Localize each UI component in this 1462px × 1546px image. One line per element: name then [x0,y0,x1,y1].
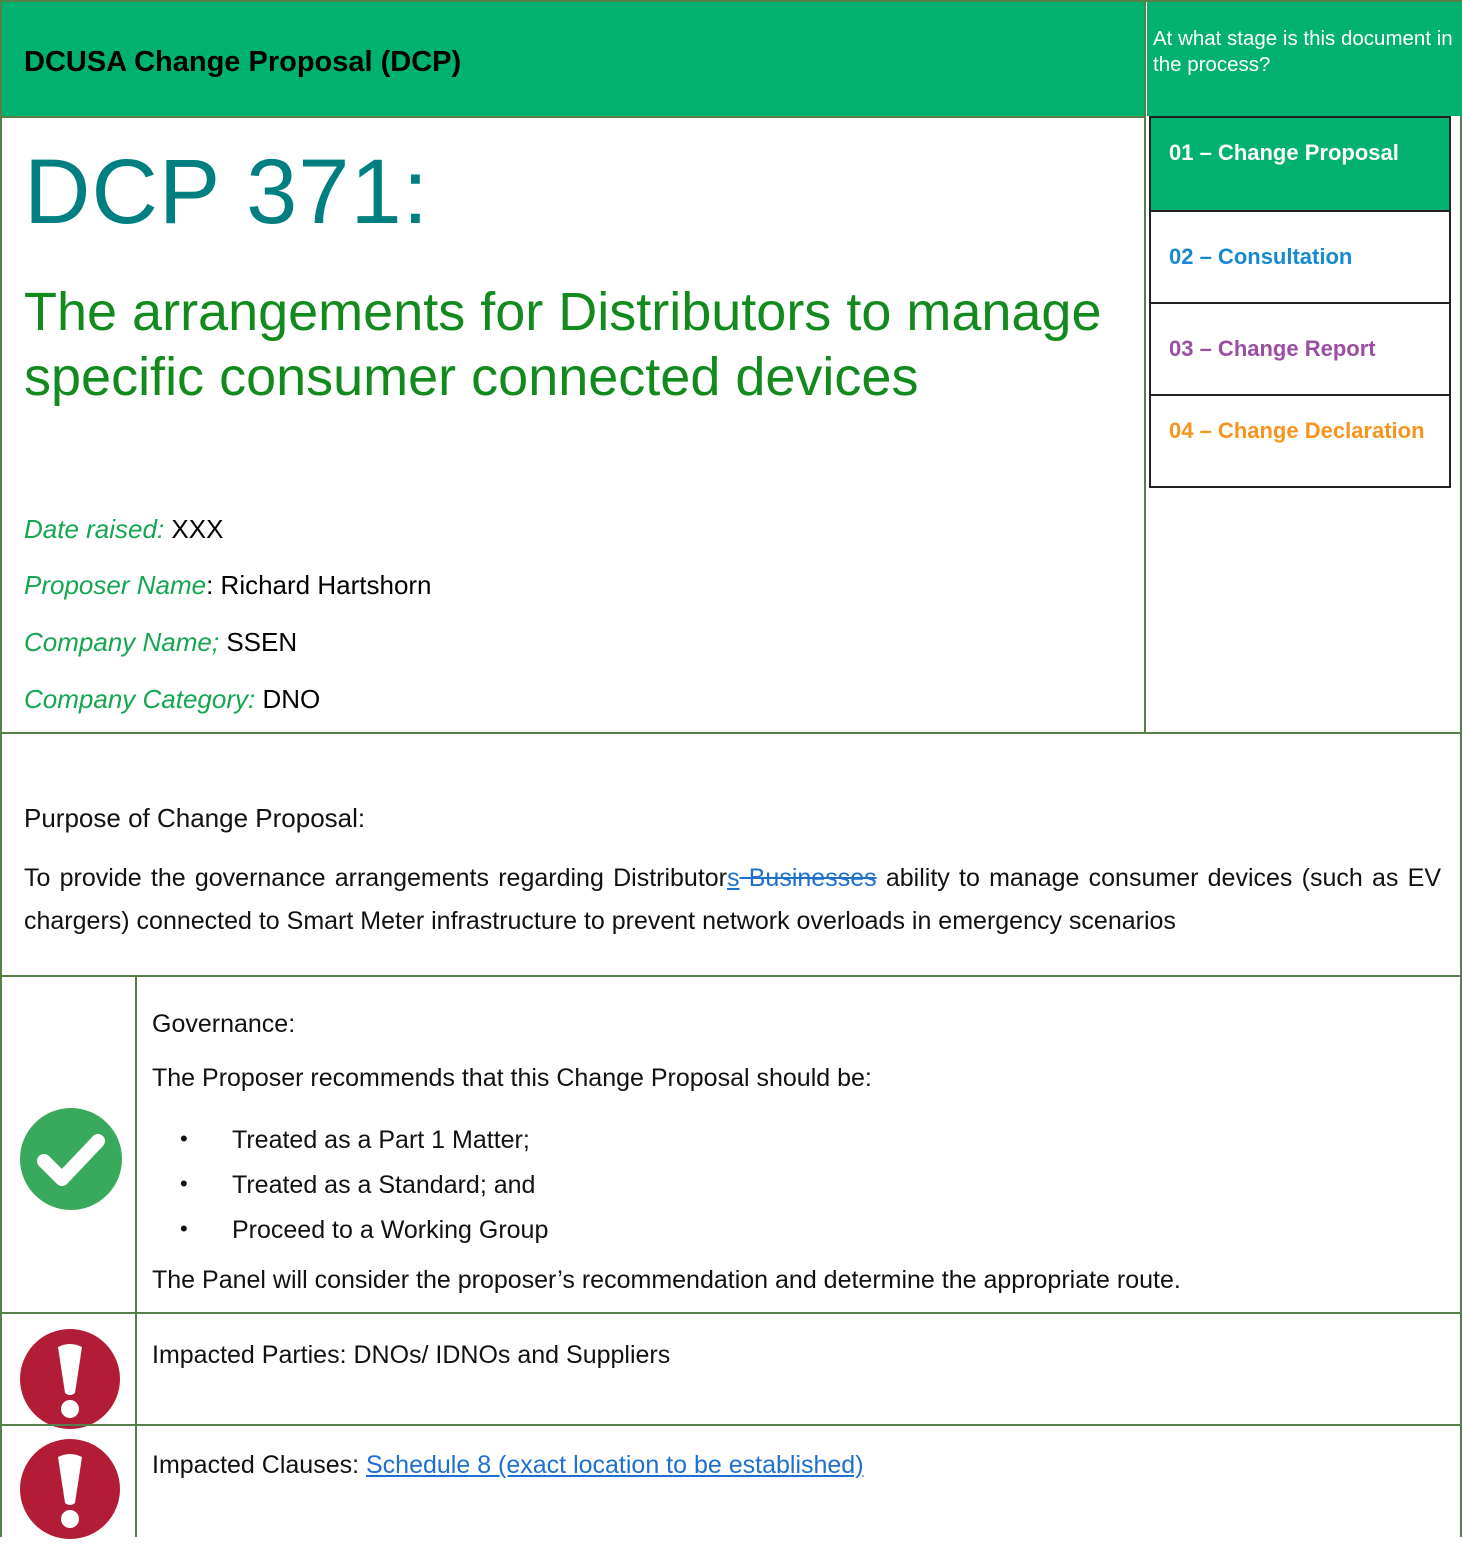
company-row: Company Name; SSEN [24,627,297,658]
document-header-title: DCUSA Change Proposal (DCP) [24,46,462,78]
date-raised-label: Date raised: [24,514,165,544]
stage-list: 01 – Change Proposal 02 – Consultation 0… [1149,116,1451,488]
top-border [0,0,1462,2]
list-item: Treated as a Part 1 Matter; [180,1126,548,1171]
check-circle-icon [18,1106,124,1217]
governance-list: Treated as a Part 1 Matter; Treated as a… [180,1126,548,1261]
governance-divider [0,1312,1462,1314]
header-divider [0,116,1145,118]
dcp-number: DCP 371: [24,141,430,243]
date-raised-value: XXX [171,514,224,544]
stage-header: At what stage is this document in the pr… [1147,0,1462,116]
title-section-divider [0,732,1462,734]
proposer-label: Proposer Name [24,570,207,600]
icon-column-divider [135,975,137,1537]
document-page: DCUSA Change Proposal (DCP) At what stag… [0,0,1462,1539]
impacted-clauses-row: Impacted Clauses: Schedule 8 (exact loca… [152,1451,864,1480]
purpose-text: To provide the governance arrangements r… [24,857,1441,943]
category-value: DNO [262,684,321,714]
category-label: Company Category: [24,684,256,714]
list-item: Proceed to a Working Group [180,1216,548,1261]
proposer-separator: : [206,570,214,600]
column-divider [1144,0,1146,733]
list-item: Treated as a Standard; and [180,1171,548,1216]
purpose-divider [0,975,1462,977]
tracked-deletion: Businesses [739,864,877,892]
header-band: DCUSA Change Proposal (DCP) [0,0,1145,116]
left-border [0,0,2,1537]
impacted-parties-text: Impacted Parties: DNOs/ IDNOs and Suppli… [152,1341,671,1369]
governance-note: The Panel will consider the proposer’s r… [152,1266,1181,1294]
stage-change-declaration: 04 – Change Declaration [1151,394,1449,486]
stage-change-proposal: 01 – Change Proposal [1151,116,1449,210]
stage-change-report: 03 – Change Report [1151,302,1449,394]
schedule-8-link[interactable]: Schedule 8 (exact location to be establi… [366,1451,864,1479]
purpose-heading: Purpose of Change Proposal: [24,803,366,833]
impacted-clauses-label: Impacted Clauses: [152,1451,366,1479]
date-raised-row: Date raised: XXX [24,514,223,545]
parties-divider [0,1424,1462,1426]
stage-consultation: 02 – Consultation [1151,210,1449,302]
exclamation-circle-icon [18,1437,122,1546]
governance-heading: Governance: [152,1010,296,1038]
stage-question: At what stage is this document in the pr… [1153,27,1453,76]
exclamation-circle-icon [18,1327,122,1436]
tracked-insertion: s [727,864,740,892]
proposer-value: Richard Hartshorn [220,570,432,600]
category-row: Company Category: DNO [24,684,320,715]
dcp-title: The arrangements for Distributors to man… [24,282,1102,407]
company-value: SSEN [226,627,298,657]
purpose-text-start: To provide the governance arrangements r… [24,864,728,892]
proposer-row: Proposer Name: Richard Hartshorn [24,570,432,601]
company-label: Company Name; [24,627,220,657]
governance-intro: The Proposer recommends that this Change… [152,1064,872,1092]
